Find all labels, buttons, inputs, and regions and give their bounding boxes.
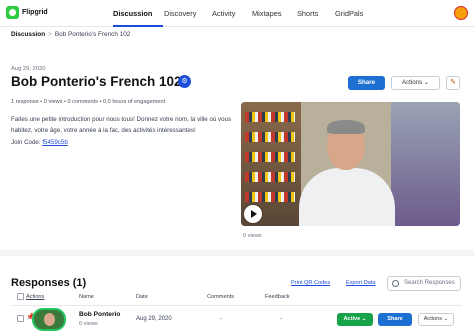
- topic-video[interactable]: [241, 102, 460, 226]
- breadcrumb-root-link[interactable]: Discussion: [11, 31, 45, 38]
- logo-text: Flipgrid: [22, 9, 48, 16]
- response-actions-dropdown[interactable]: Actions ⌄: [418, 313, 454, 326]
- play-button-icon[interactable]: [244, 205, 262, 223]
- row-checkbox[interactable]: [17, 315, 24, 322]
- responses-title: Responses (1): [11, 277, 87, 289]
- topic-stats: 1 response • 0 views • 0 comments • 0.0 …: [11, 99, 166, 105]
- section-divider: [0, 250, 474, 256]
- print-qr-codes-link[interactable]: Print QR Codes: [291, 280, 330, 286]
- status-dropdown[interactable]: Active ⌄: [337, 313, 373, 326]
- column-date: Date: [136, 294, 148, 300]
- join-code-link[interactable]: f5459c5b: [42, 139, 67, 146]
- response-share-button[interactable]: Share: [378, 313, 412, 326]
- search-icon: [392, 280, 399, 287]
- actions-dropdown[interactable]: Actions ⌄: [391, 76, 440, 90]
- response-comments: -: [220, 316, 222, 322]
- top-navigation-bar: Flipgrid Discussion Discovery Activity M…: [0, 0, 474, 27]
- topic-settings-icon[interactable]: ⚙: [178, 75, 191, 88]
- main-nav: Discussion Discovery Activity Mixtapes S…: [107, 0, 363, 27]
- column-name: Name: [79, 294, 94, 300]
- response-feedback: -: [280, 316, 282, 322]
- join-code-row: Join Code: f5459c5b: [11, 139, 68, 146]
- select-all-checkbox[interactable]: [17, 293, 24, 300]
- nav-tab-discussion[interactable]: Discussion: [113, 0, 163, 27]
- breadcrumb: Discussion > Bob Ponterio's French 102: [11, 31, 130, 38]
- breadcrumb-current: Bob Ponterio's French 102: [54, 31, 131, 38]
- response-views: 0 views: [79, 321, 98, 327]
- breadcrumb-separator: >: [48, 31, 52, 38]
- topic-description: Faites une petite introduction pour nous…: [11, 116, 232, 134]
- chevron-down-icon: ⌄: [423, 79, 430, 86]
- bulk-actions-dropdown[interactable]: Actions: [26, 294, 44, 300]
- status-label: Active: [343, 316, 361, 322]
- flipgrid-logo[interactable]: Flipgrid: [6, 6, 48, 19]
- join-code-label: Join Code:: [11, 139, 41, 146]
- flipgrid-logo-icon: [6, 6, 19, 19]
- nav-tab-discovery[interactable]: Discovery: [164, 0, 212, 27]
- actions-label: Actions: [401, 79, 423, 86]
- column-comments: Comments: [207, 294, 235, 300]
- response-actions-label: Actions: [423, 316, 443, 322]
- nav-tab-shorts[interactable]: Shorts: [297, 0, 335, 27]
- nav-tab-mixtapes[interactable]: Mixtapes: [252, 0, 296, 27]
- page-title: Bob Ponterio's French 102: [11, 74, 182, 89]
- share-button[interactable]: Share: [348, 76, 385, 90]
- nav-tab-activity[interactable]: Activity: [212, 0, 256, 27]
- response-author-name[interactable]: Bob Ponterio: [79, 311, 120, 318]
- nav-tab-gridpals[interactable]: GridPals: [335, 0, 375, 27]
- column-feedback: Feedback: [265, 294, 290, 300]
- response-thumbnail[interactable]: [32, 308, 66, 331]
- topic-date: Aug 29, 2020: [11, 66, 46, 72]
- responses-table-header: Actions Name Date Comments Feedback: [11, 292, 462, 303]
- edit-pencil-icon[interactable]: ✎: [446, 76, 460, 90]
- user-avatar[interactable]: [454, 6, 468, 20]
- response-date: Aug 29, 2020: [136, 316, 172, 322]
- video-views: 0 views: [243, 233, 262, 239]
- export-data-link[interactable]: Export Data: [346, 280, 376, 286]
